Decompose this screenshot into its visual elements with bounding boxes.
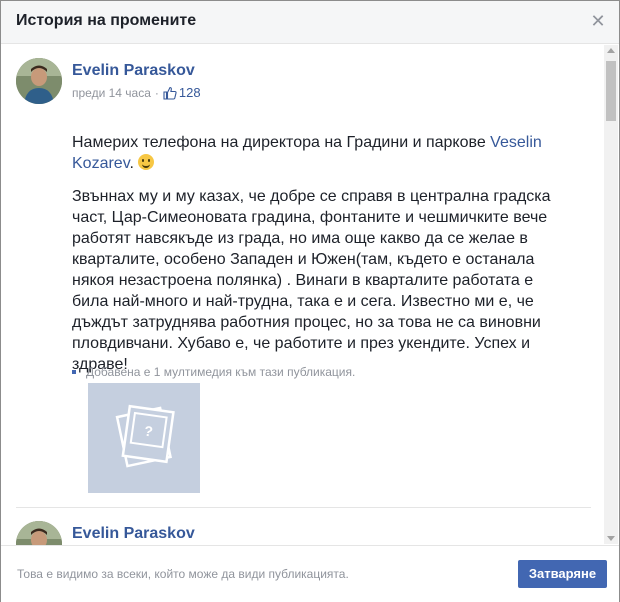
smile-emoji-icon [138,154,155,170]
entry-divider [16,507,591,508]
dialog-title: История на промените [16,12,197,29]
like-icon [163,86,177,103]
author-name[interactable]: Evelin Paraskov [72,525,195,543]
edit-history-dialog: История на промените ✕ Evelin Paraskov п… [0,0,620,602]
history-entry: Evelin Paraskov преди 14 часа · 128 Намери… [16,58,591,498]
dialog-footer: Това е видимо за всеки, който може да ви… [1,545,619,602]
media-placeholder[interactable]: ? [88,383,200,493]
media-added-note: Добавена е 1 мултимедия към тази публика… [72,365,355,379]
history-list[interactable]: Evelin Paraskov преди 14 часа · 128 Намери… [1,44,619,545]
missing-photo-icon: ? [115,404,175,468]
close-button[interactable]: Затваряне [518,560,607,588]
visibility-note: Това е видимо за всеки, който може да ви… [17,567,349,581]
timestamp[interactable]: преди 14 часа [72,86,151,100]
bullet-icon [72,370,76,374]
author-name[interactable]: Evelin Paraskov [72,62,195,80]
close-icon[interactable]: ✕ [590,12,606,30]
paragraph-text: Намерих телефона на директора на Градини… [72,134,491,151]
post-meta: преди 14 часа · 128 [72,85,201,103]
scroll-down-icon[interactable] [607,536,615,541]
history-entry: Evelin Paraskov [16,521,591,545]
post-body: Намерих телефона на директора на Градини… [72,132,572,387]
dialog-header: История на промените ✕ [1,1,619,44]
avatar[interactable] [16,58,62,104]
like-count[interactable]: 128 [179,85,201,100]
scrollbar-thumb[interactable] [606,61,616,121]
scrollbar[interactable] [604,45,618,544]
media-note-text: Добавена е 1 мултимедия към тази публика… [86,365,356,379]
paragraph: Намерих телефона на директора на Градини… [72,132,572,174]
avatar[interactable] [16,521,62,545]
scroll-up-icon[interactable] [607,48,615,53]
paragraph-text: . [129,155,139,172]
paragraph: Звъннах му и му казах, че добре се справ… [72,188,551,373]
